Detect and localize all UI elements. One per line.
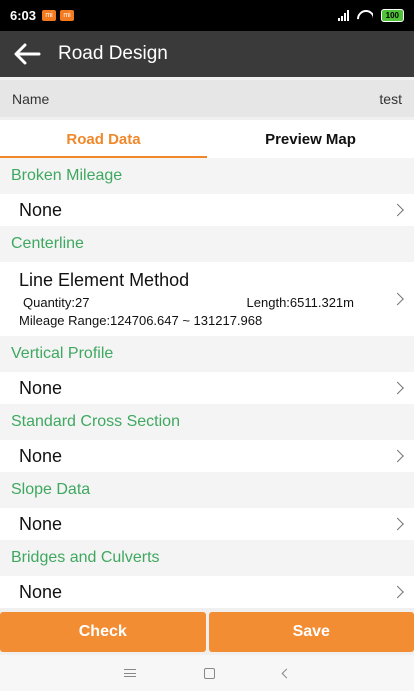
battery-icon: 100: [380, 9, 404, 22]
section-title-standard-cross-section: Standard Cross Section: [0, 404, 414, 440]
save-button[interactable]: Save: [208, 612, 414, 652]
slope-data-row[interactable]: None: [0, 508, 414, 540]
section-title-slope-data: Slope Data: [0, 472, 414, 508]
road-data-list: Broken Mileage None Centerline Line Elem…: [0, 158, 414, 608]
centerline-stats: Quantity:27 Length:6511.321m: [19, 295, 400, 310]
bridges-and-culverts-value: None: [19, 581, 63, 602]
page-title: Road Design: [58, 43, 168, 64]
vertical-profile-value: None: [19, 377, 63, 398]
chevron-right-icon: [391, 517, 404, 531]
menu-icon[interactable]: [124, 669, 136, 677]
section-title-bridges-and-culverts: Bridges and Culverts: [0, 540, 414, 576]
centerline-row[interactable]: Line Element Method Quantity:27 Length:6…: [0, 262, 414, 336]
chevron-right-icon: [391, 381, 404, 395]
app-toolbar: Road Design: [0, 31, 414, 77]
chevron-right-icon: [391, 449, 404, 463]
name-label: Name: [12, 90, 50, 107]
status-time: 6:03: [10, 8, 37, 23]
wifi-icon: [357, 10, 373, 21]
bridges-and-culverts-row[interactable]: None: [0, 576, 414, 608]
standard-cross-section-value: None: [19, 445, 63, 466]
arrow-left-icon[interactable]: [10, 37, 44, 71]
centerline-length: Length:6511.321m: [246, 295, 354, 310]
signal-icon: [337, 10, 349, 21]
section-title-centerline: Centerline: [0, 226, 414, 262]
tab-preview-map[interactable]: Preview Map: [207, 120, 414, 158]
notification-icon: mi: [42, 10, 57, 21]
tab-road-data[interactable]: Road Data: [0, 120, 207, 158]
chevron-right-icon: [391, 585, 404, 599]
action-bar: Check Save: [0, 612, 414, 652]
vertical-profile-row[interactable]: None: [0, 372, 414, 404]
chevron-right-icon: [391, 203, 404, 217]
name-row[interactable]: Name test: [0, 80, 414, 117]
centerline-quantity: Quantity:27: [23, 295, 90, 310]
system-nav-bar: [0, 655, 414, 691]
status-bar: 6:03 mi mi 100: [0, 0, 414, 31]
name-value: test: [379, 90, 402, 107]
home-icon[interactable]: [204, 667, 215, 679]
tab-bar: Road Data Preview Map: [0, 120, 414, 158]
centerline-mileage-range: Mileage Range:124706.647 ~ 131217.968: [19, 313, 263, 328]
back-icon[interactable]: [281, 668, 292, 678]
broken-mileage-row[interactable]: None: [0, 194, 414, 226]
broken-mileage-value: None: [19, 199, 63, 220]
check-button[interactable]: Check: [0, 612, 206, 652]
standard-cross-section-row[interactable]: None: [0, 440, 414, 472]
centerline-method: Line Element Method: [19, 270, 190, 290]
section-title-broken-mileage: Broken Mileage: [0, 158, 414, 194]
status-icons: 100: [337, 9, 404, 22]
section-title-vertical-profile: Vertical Profile: [0, 336, 414, 372]
slope-data-value: None: [19, 513, 63, 534]
notification-icon: mi: [60, 10, 75, 21]
